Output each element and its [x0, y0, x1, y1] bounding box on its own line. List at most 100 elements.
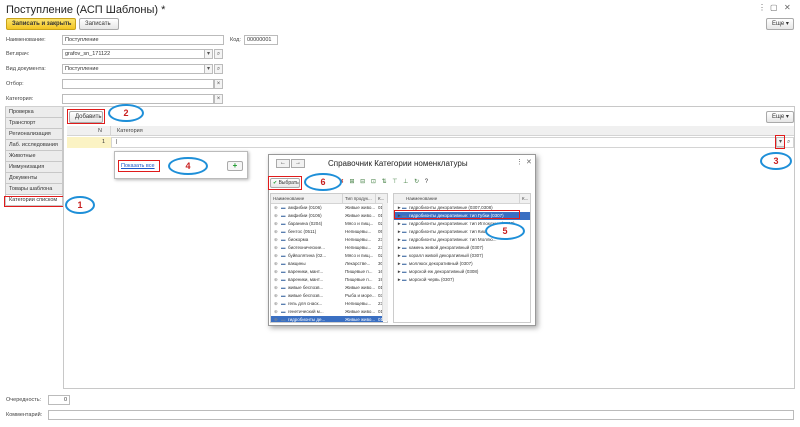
item-type: Живые живо...: [345, 285, 376, 290]
category-field[interactable]: [62, 94, 214, 104]
tab-regionalization[interactable]: Регионализация: [5, 129, 63, 140]
expand-icon[interactable]: ⊕: [273, 212, 279, 220]
item-name: вакцины: [288, 261, 306, 266]
save-button[interactable]: Записать: [79, 18, 119, 30]
list-item[interactable]: ⊕ ▬ амфибии (0106) Живые живо... 01: [271, 212, 383, 220]
list-item[interactable]: ⊕ ▬ вареники, мант... Пищевые п... 16: [271, 268, 383, 276]
highlight-box: [118, 160, 160, 172]
expand-icon[interactable]: ⊕: [273, 236, 279, 244]
name-field[interactable]: Поступление: [62, 35, 224, 45]
clear-icon[interactable]: ×: [214, 94, 223, 104]
tab-animals[interactable]: Животные: [5, 151, 63, 162]
list-item[interactable]: ⊕ ▬ бентос (0511) Непищевы... 05: [271, 228, 383, 236]
list-item[interactable]: ⊕ ▬ биокорма Непищевы... 23: [271, 236, 383, 244]
expand-icon[interactable]: ⊕: [273, 244, 279, 252]
filter-clear-icon[interactable]: ⊥: [403, 179, 410, 185]
filter-icon[interactable]: ⊤: [392, 179, 399, 185]
tab-transport[interactable]: Транспорт: [5, 118, 63, 129]
comment-field[interactable]: [48, 410, 794, 420]
expand-icon[interactable]: ⊕: [273, 284, 279, 292]
list-item[interactable]: ►▬камень живой декоративный (0307): [394, 244, 530, 252]
expand-icon[interactable]: ⊕: [273, 316, 279, 322]
close-icon[interactable]: ✕: [784, 3, 791, 12]
list-item[interactable]: ⊕ ▬ живые беспозв... Рыба и море... 03: [271, 292, 383, 300]
scrollbar[interactable]: [382, 203, 388, 321]
folder-icon: ▬: [281, 253, 286, 258]
save-and-close-button[interactable]: Записать и закрыть: [6, 18, 76, 30]
expand-icon[interactable]: ⊕: [273, 292, 279, 300]
tab-lab-research[interactable]: Лаб. исследования: [5, 140, 63, 151]
filter-field[interactable]: [62, 79, 214, 89]
item-name: моллюск декоративный (0307): [409, 261, 473, 266]
list-item[interactable]: ►▬моллюск декоративный (0307): [394, 260, 530, 268]
list-item[interactable]: ►▬морской еж декоративный (0308): [394, 268, 530, 276]
add-icon[interactable]: +: [227, 161, 243, 171]
table-header: N Категория: [67, 126, 794, 136]
chevron-down-icon[interactable]: ▾: [204, 49, 213, 59]
list-item[interactable]: ⊕ ▬ живые беспозв... Живые живо... 01: [271, 284, 383, 292]
list-item[interactable]: ⊕ ▬ гидробионты де... Живые живо... 01: [271, 316, 383, 322]
table-more-button[interactable]: Еще ▾: [766, 111, 794, 123]
open-icon[interactable]: ⌕: [214, 49, 223, 59]
element-icon: ▬: [402, 269, 407, 274]
close-icon[interactable]: ✕: [526, 158, 532, 166]
item-name: коралл живой декоративный (0307): [409, 253, 484, 258]
element-icon: ▬: [402, 277, 407, 282]
expand-icon[interactable]: ⊕: [273, 220, 279, 228]
refresh-icon[interactable]: ↻: [414, 179, 421, 185]
item-type: Непищевы...: [345, 229, 372, 234]
expand-icon[interactable]: ⊕: [273, 276, 279, 284]
vet-field[interactable]: grafov_sn_171122: [62, 49, 205, 59]
priority-field[interactable]: 0: [48, 395, 70, 405]
element-icon: ▬: [402, 229, 407, 234]
list-item[interactable]: ⊕ ▬ баранина (0204) Мясо и пищ... 02: [271, 220, 383, 228]
tab-check[interactable]: Проверка: [5, 107, 63, 118]
tab-template-goods[interactable]: Товары шаблона: [5, 184, 63, 195]
expand-icon[interactable]: ⊕: [273, 260, 279, 268]
expand-icon[interactable]: ⊕: [273, 252, 279, 260]
tab-immunization[interactable]: Иммунизация: [5, 162, 63, 173]
list-item[interactable]: ⊕ ▬ генетический м... Живые живо... 01: [271, 308, 383, 316]
hierarchy-icon[interactable]: ⊞: [349, 179, 356, 185]
help-icon[interactable]: ?: [425, 179, 430, 185]
list-item[interactable]: ⊕ ▬ буйволятина (02... Мясо и пищ... 02: [271, 252, 383, 260]
list-item[interactable]: ⊕ ▬ гель для снаск... Непищевы... 23: [271, 300, 383, 308]
element-icon: ▬: [402, 261, 407, 266]
expand-icon[interactable]: ⊕: [273, 308, 279, 316]
list-item[interactable]: ►▬морской червь (0307): [394, 276, 530, 284]
tab-documents[interactable]: Документы: [5, 173, 63, 184]
list-item[interactable]: ►▬коралл живой декоративный (0307): [394, 252, 530, 260]
more-icon[interactable]: ⋮: [516, 158, 523, 166]
expand-icon[interactable]: ⊕: [273, 204, 279, 212]
expand-icon[interactable]: ⊕: [273, 300, 279, 308]
maximize-icon[interactable]: ▢: [770, 3, 778, 12]
category-cell[interactable]: |: [111, 137, 794, 148]
item-name: баранина (0204): [288, 221, 323, 226]
open-icon[interactable]: ⌕: [787, 139, 790, 146]
expand-icon[interactable]: ⊕: [273, 228, 279, 236]
open-icon[interactable]: ⌕: [214, 64, 223, 74]
list-icon[interactable]: ⊟: [360, 179, 367, 185]
list-item[interactable]: ⊕ ▬ вареники, мант... Пищевые п... 19: [271, 276, 383, 284]
highlight-box: [775, 135, 785, 149]
table-row[interactable]: 1 |: [67, 137, 794, 148]
item-k: [521, 244, 530, 252]
more-button[interactable]: Еще ▾: [766, 18, 794, 30]
list-item[interactable]: ⊕ ▬ амфибии (0106) Живые живо... 01: [271, 204, 383, 212]
chevron-down-icon: ▾: [785, 21, 789, 27]
clear-icon[interactable]: ×: [214, 79, 223, 89]
code-field[interactable]: 00000001: [244, 35, 278, 45]
forward-icon[interactable]: →: [291, 159, 305, 168]
expand-icon[interactable]: ⊕: [273, 268, 279, 276]
doctype-field[interactable]: Поступление: [62, 64, 205, 74]
back-icon[interactable]: ←: [276, 159, 290, 168]
tree-icon[interactable]: ⊡: [371, 179, 378, 185]
sort-icon[interactable]: ⇅: [382, 179, 389, 185]
item-type: Мясо и пищ...: [345, 221, 374, 226]
chevron-down-icon[interactable]: ▾: [204, 64, 213, 74]
group-list-header: Наименование Тип продук... К...: [271, 194, 387, 204]
folder-icon: ▬: [281, 213, 286, 218]
list-item[interactable]: ⊕ ▬ вакцины Лекарстве... 30: [271, 260, 383, 268]
more-icon[interactable]: ⋮: [758, 3, 766, 12]
list-item[interactable]: ⊕ ▬ биотехнические... Непищевы... 23: [271, 244, 383, 252]
